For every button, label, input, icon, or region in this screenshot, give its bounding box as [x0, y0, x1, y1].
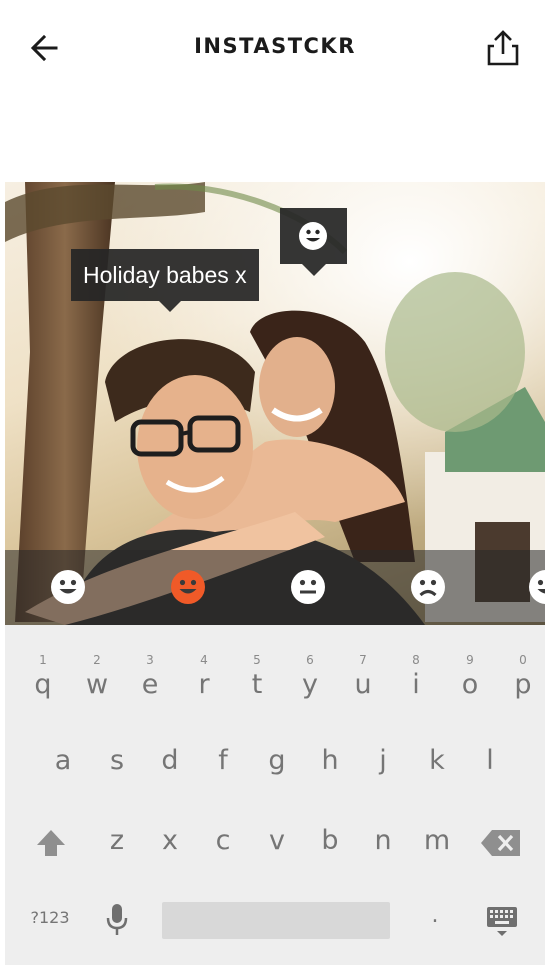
key-d[interactable]: d	[150, 745, 190, 785]
key-hint: 2	[93, 653, 101, 667]
key-t[interactable]: 5 t	[237, 653, 277, 703]
key-c[interactable]: c	[203, 825, 243, 865]
key-v[interactable]: v	[257, 825, 297, 865]
neutral-face-icon	[291, 570, 325, 604]
key-hint: 6	[306, 653, 314, 667]
symbols-key[interactable]: ?123	[25, 908, 75, 927]
emoji-option-sad[interactable]	[410, 569, 446, 605]
key-i[interactable]: 8 i	[396, 653, 436, 703]
smiley-icon	[51, 570, 85, 604]
microphone-icon	[106, 904, 128, 935]
key-label: h	[321, 745, 339, 776]
photo-canvas[interactable]: Holiday babes x	[5, 182, 545, 625]
emoji-tray	[5, 550, 545, 625]
key-label: g	[268, 745, 286, 776]
key-label: o	[461, 669, 479, 700]
key-m[interactable]: m	[417, 825, 457, 865]
backspace-icon	[481, 830, 520, 856]
emoji-option-happy[interactable]	[50, 569, 86, 605]
key-label: y	[302, 669, 318, 700]
app-screen: INSTASTCKR Holiday babes x 1 q 2 w 3 e 4…	[0, 0, 550, 970]
key-hint: 1	[39, 653, 47, 667]
key-j[interactable]: j	[363, 745, 403, 785]
key-s[interactable]: s	[97, 745, 137, 785]
key-hint: 0	[519, 653, 527, 667]
backspace-key[interactable]	[480, 828, 522, 858]
emoji-option-happy-selected[interactable]	[170, 569, 206, 605]
shift-arrow-icon	[37, 830, 65, 856]
key-label: d	[161, 745, 179, 776]
key-label: c	[215, 825, 231, 856]
key-w[interactable]: 2 w	[77, 653, 117, 703]
emoji-sticker[interactable]	[280, 208, 347, 276]
key-hint: 7	[359, 653, 367, 667]
key-label: s	[109, 745, 125, 776]
key-hint: 9	[466, 653, 474, 667]
period-key[interactable]: .	[423, 903, 447, 928]
key-e[interactable]: 3 e	[130, 653, 170, 703]
share-button[interactable]	[483, 28, 523, 68]
key-p[interactable]: 0 p	[503, 653, 543, 703]
key-label: x	[162, 825, 178, 856]
key-hint: 3	[146, 653, 154, 667]
share-upload-icon	[487, 30, 519, 66]
soft-keyboard: 1 q 2 w 3 e 4 r 5 t 6 y 7 u 8 i 9 o 0 p …	[5, 625, 545, 965]
key-label: p	[514, 669, 532, 700]
key-h[interactable]: h	[310, 745, 350, 785]
key-f[interactable]: f	[203, 745, 243, 785]
key-l[interactable]: l	[470, 745, 510, 785]
key-label: r	[198, 669, 210, 700]
key-label: t	[251, 669, 263, 700]
app-title: INSTASTCKR	[194, 34, 356, 58]
key-q[interactable]: 1 q	[23, 653, 63, 703]
voice-input-key[interactable]	[105, 903, 129, 937]
key-label: n	[374, 825, 392, 856]
key-label: q	[34, 669, 52, 700]
hide-keyboard-key[interactable]	[486, 906, 518, 938]
key-label: k	[429, 745, 445, 776]
key-z[interactable]: z	[97, 825, 137, 865]
caption-sticker[interactable]: Holiday babes x	[71, 249, 259, 312]
key-o[interactable]: 9 o	[450, 653, 490, 703]
sad-face-icon	[411, 570, 445, 604]
key-hint: 5	[253, 653, 261, 667]
keyboard-hide-icon	[487, 907, 517, 936]
smiley-icon	[171, 570, 205, 604]
smiley-partial-icon	[529, 570, 545, 604]
key-label: i	[412, 669, 420, 700]
key-label: l	[486, 745, 494, 776]
key-label: m	[423, 825, 451, 856]
key-u[interactable]: 7 u	[343, 653, 383, 703]
key-n[interactable]: n	[363, 825, 403, 865]
key-g[interactable]: g	[257, 745, 297, 785]
key-hint: 8	[412, 653, 420, 667]
space-bar[interactable]	[162, 902, 390, 939]
top-bar: INSTASTCKR	[5, 0, 545, 95]
key-label: b	[321, 825, 339, 856]
key-label: j	[379, 745, 387, 776]
key-label: v	[269, 825, 285, 856]
key-r[interactable]: 4 r	[184, 653, 224, 703]
key-a[interactable]: a	[43, 745, 83, 785]
key-label: a	[54, 745, 72, 776]
key-label: z	[109, 825, 125, 856]
key-label: f	[218, 745, 228, 776]
key-b[interactable]: b	[310, 825, 350, 865]
key-y[interactable]: 6 y	[290, 653, 330, 703]
shift-key[interactable]	[33, 826, 69, 862]
emoji-option-more[interactable]	[528, 569, 545, 605]
key-label: e	[141, 669, 159, 700]
key-hint: 4	[200, 653, 208, 667]
key-k[interactable]: k	[417, 745, 457, 785]
key-label: w	[85, 669, 109, 700]
key-x[interactable]: x	[150, 825, 190, 865]
smiley-face-icon	[299, 222, 327, 250]
key-label: u	[354, 669, 372, 700]
emoji-option-neutral[interactable]	[290, 569, 326, 605]
